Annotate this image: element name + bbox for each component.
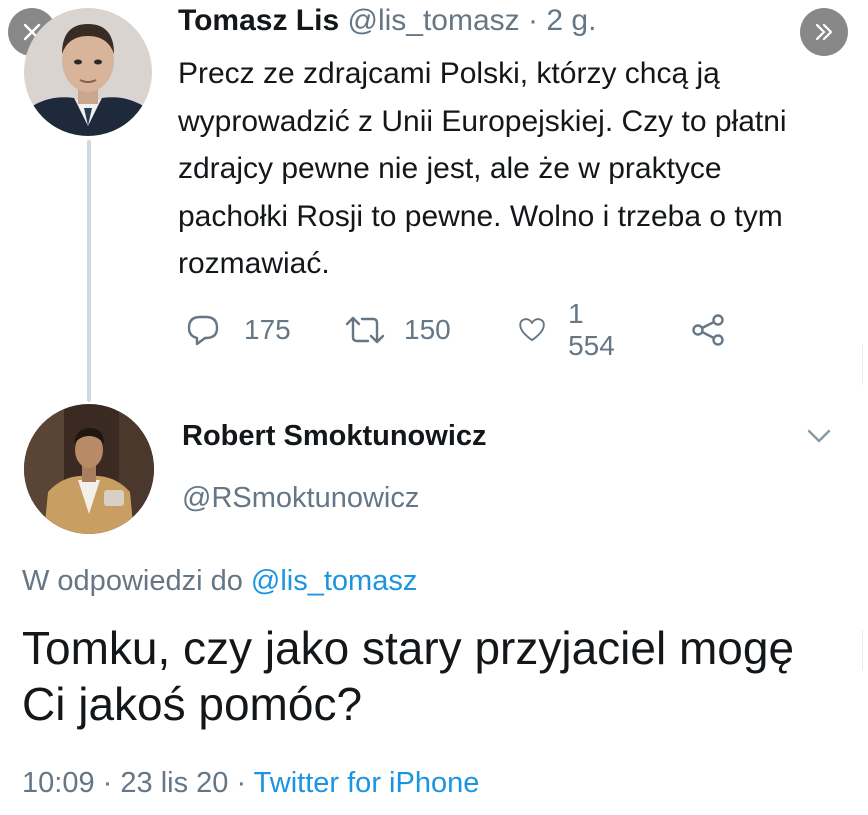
reply-time[interactable]: 10:09 — [22, 767, 95, 799]
edge-divider — [862, 345, 863, 385]
reply-metadata: 10:09 · 23 lis 20 · Twitter for iPhone — [22, 767, 479, 800]
separator: · — [528, 4, 539, 37]
separator: · — [236, 767, 247, 799]
reply-source-link[interactable]: Twitter for iPhone — [254, 767, 480, 799]
double-chevron-right-icon — [815, 23, 833, 41]
tweet-header: Tomasz Lis @lis_tomasz · 2 g. — [178, 4, 596, 38]
thread-connector — [87, 140, 91, 402]
reply-button[interactable]: 175 — [186, 308, 291, 352]
reply-author-name[interactable]: Robert Smoktunowicz — [182, 420, 487, 453]
separator: · — [102, 767, 113, 799]
like-count: 1 554 — [568, 298, 615, 361]
reply-bubble-icon — [187, 315, 219, 346]
reply-context: W odpowiedzi do @lis_tomasz — [22, 565, 417, 598]
more-options-button[interactable] — [806, 427, 832, 450]
reply-prefix: W odpowiedzi do — [22, 565, 243, 597]
share-icon — [692, 314, 724, 346]
author-name[interactable]: Tomasz Lis — [178, 4, 339, 37]
chevron-down-icon — [807, 429, 831, 443]
next-button[interactable] — [800, 8, 848, 56]
tweet-text: Precz ze zdrajcami Polski, którzy chcą j… — [178, 57, 787, 280]
reply-count: 175 — [244, 314, 291, 345]
reply-author-handle[interactable]: @RSmoktunowicz — [182, 482, 419, 515]
reply-text: Tomku, czy jako stary przyjaciel mogę Ci… — [22, 622, 795, 730]
reply-mention-link[interactable]: @lis_tomasz — [251, 565, 417, 597]
like-button[interactable]: 1 554 — [518, 298, 623, 361]
retweet-count: 150 — [404, 314, 451, 345]
share-button[interactable] — [690, 308, 726, 352]
avatar-tomasz-lis[interactable] — [24, 8, 152, 136]
author-handle[interactable]: @lis_tomasz — [348, 4, 520, 37]
tweet-age[interactable]: 2 g. — [546, 4, 596, 37]
retweet-icon — [345, 316, 385, 344]
heart-icon — [519, 318, 545, 342]
reply-date[interactable]: 23 lis 20 — [120, 767, 228, 799]
edge-divider — [862, 630, 863, 670]
avatar-robert-smoktunowicz[interactable] — [24, 404, 154, 534]
retweet-button[interactable]: 150 — [344, 308, 451, 352]
